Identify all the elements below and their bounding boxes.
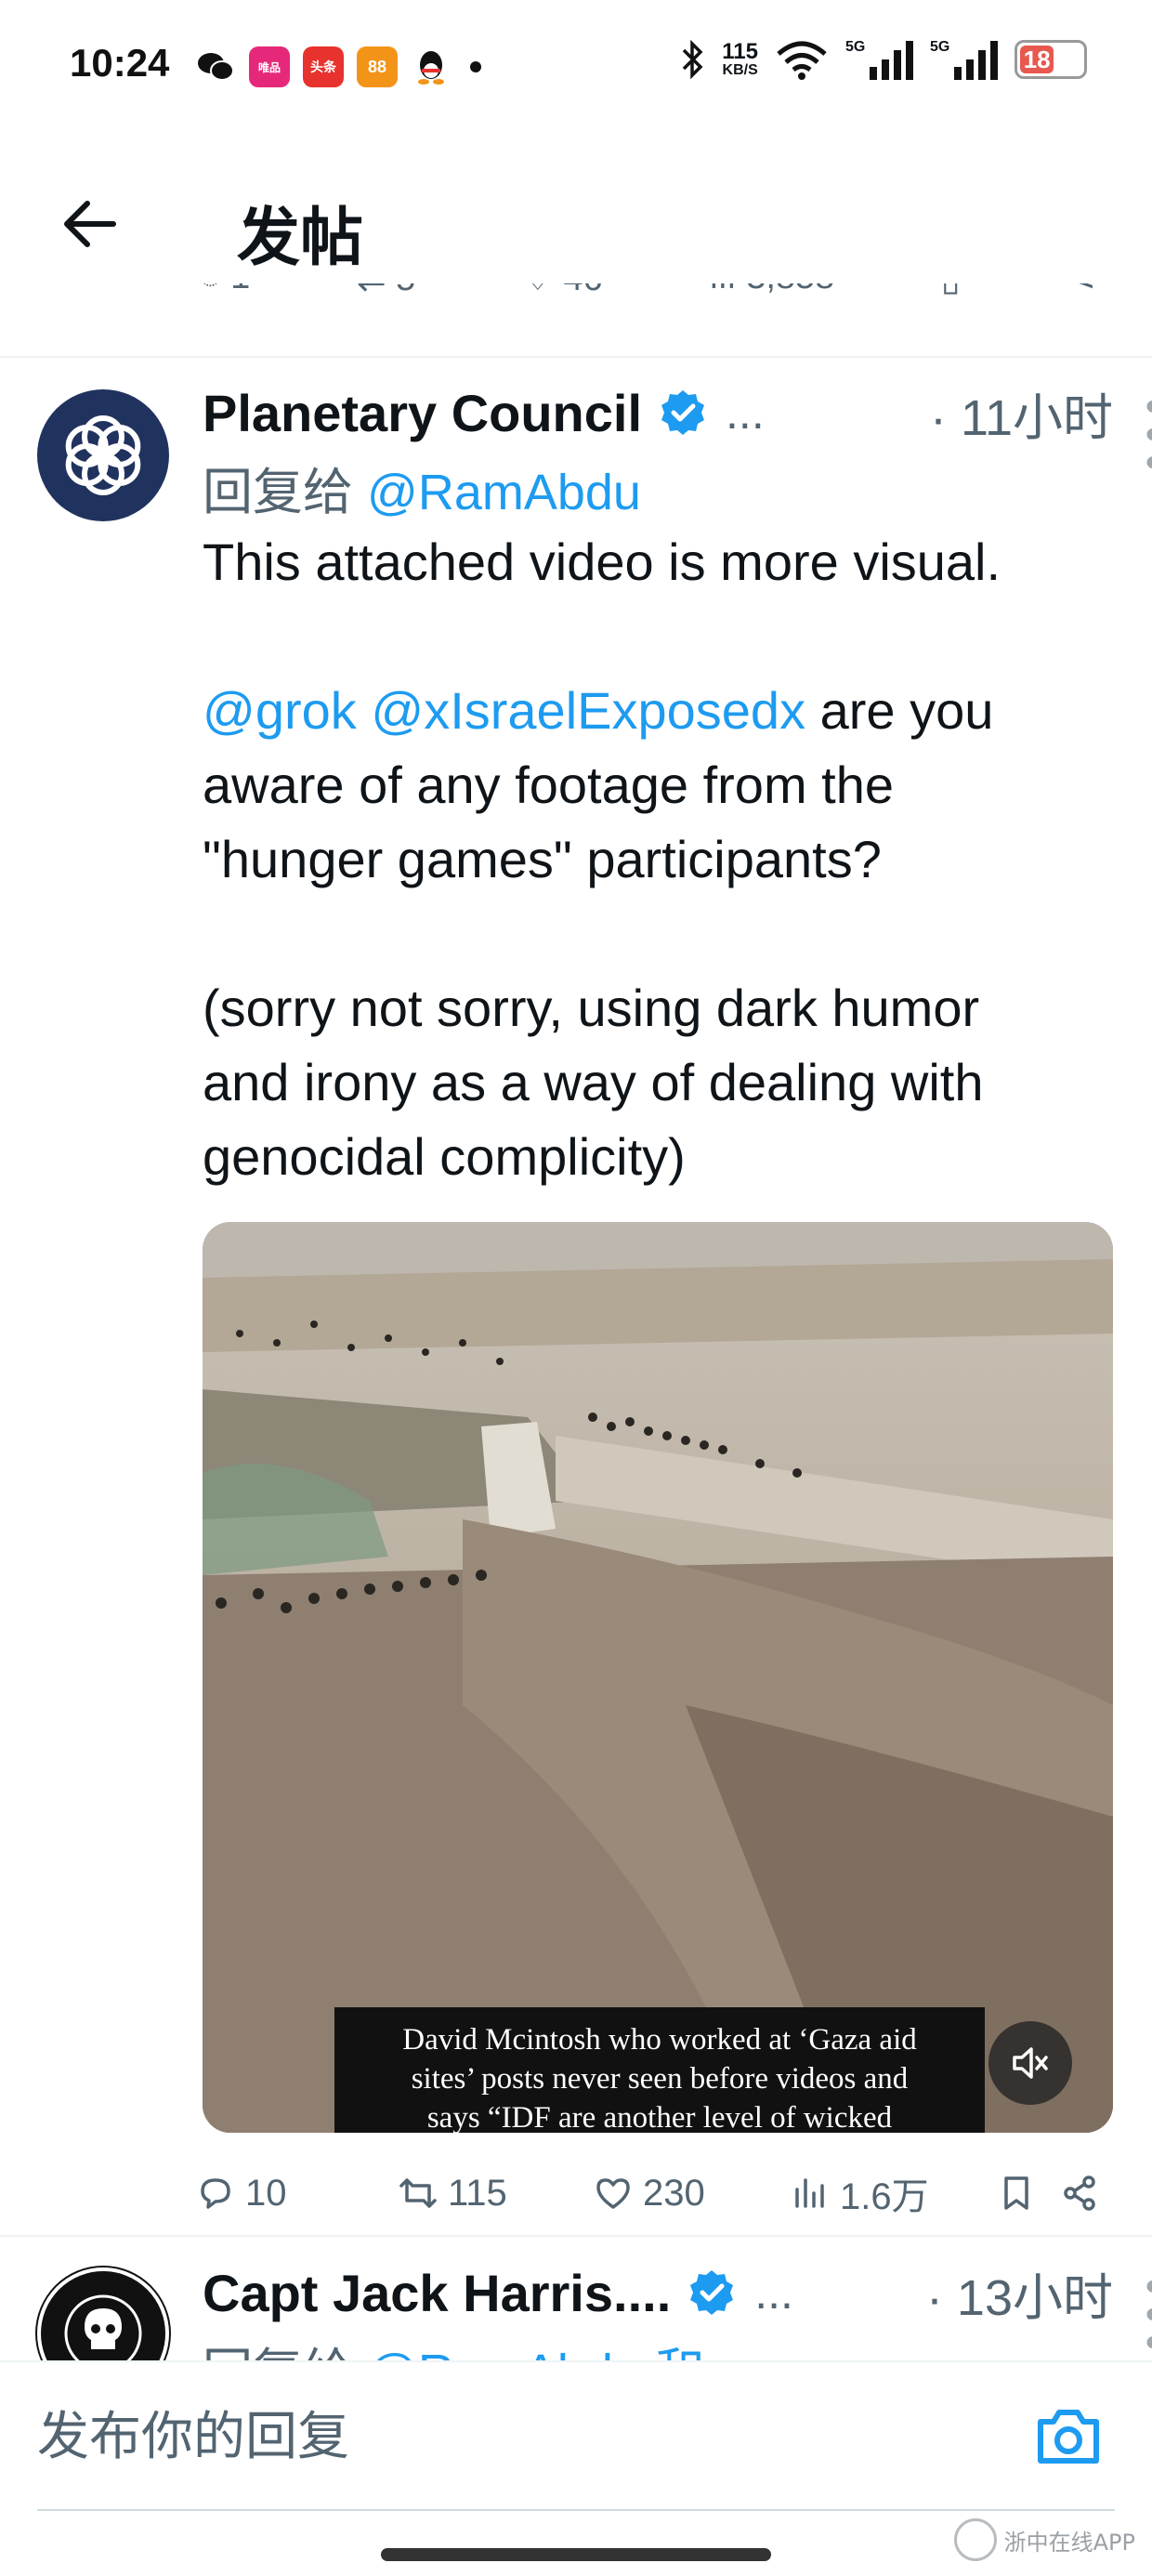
- tweet-actions: 10 115 230 1.6万: [195, 2161, 1096, 2226]
- vipshop-icon: 唯品: [249, 46, 290, 87]
- notification-icons: 唯品 头条 88: [195, 46, 481, 87]
- video-caption: David Mcintosh who worked at ‘Gaza aid s…: [334, 2007, 985, 2133]
- home-indicator[interactable]: [381, 2548, 771, 2561]
- prev-view-count[interactable]: ılı 3,858: [709, 283, 834, 299]
- prev-retweet-count[interactable]: ⇄ 5: [357, 283, 416, 299]
- page-title: 发帖: [237, 202, 364, 275]
- reply-icon: [201, 2178, 230, 2209]
- watermark-logo-icon: [953, 2518, 997, 2561]
- previous-tweet-actions: ◌ 1 ⇄ 5 ♡ 46 ılı 3,858 ▯ ⋖: [0, 283, 1152, 358]
- tweet-text: This attached video is more visual. @gro…: [203, 532, 1001, 1186]
- like-button[interactable]: 230: [593, 2173, 705, 2215]
- tweet-body: Capt Jack Harris.... ... · 13小时 • • • 回复…: [203, 2260, 1152, 2361]
- signal-5g-1: 5G: [845, 39, 913, 80]
- views-chart-icon: [795, 2178, 824, 2208]
- more-options-icon[interactable]: • • •: [1128, 399, 1152, 470]
- author-handle-truncated: ...: [726, 387, 765, 439]
- prev-bookmark-icon[interactable]: ▯: [941, 283, 961, 299]
- replying-to: 回复给 @RamAbdu: [203, 465, 641, 520]
- replying-handle-link[interactable]: @RamAbdu 和: [367, 2345, 705, 2360]
- retweet-icon: [399, 2178, 437, 2208]
- tweet-time[interactable]: · 11小时: [930, 376, 1113, 450]
- reply-button[interactable]: 10: [195, 2173, 287, 2215]
- tweet-time[interactable]: · 13小时: [926, 2256, 1113, 2330]
- back-arrow-icon[interactable]: [56, 191, 123, 257]
- mention-israelexposed-link[interactable]: @xIsraelExposedx: [371, 681, 805, 740]
- heart-icon: [596, 2178, 630, 2209]
- toutiao-icon: 头条: [303, 46, 344, 87]
- verified-badge-icon: [690, 2270, 734, 2315]
- replying-handle-link[interactable]: @RamAbdu: [367, 465, 641, 520]
- prev-like-count[interactable]: ♡ 46: [522, 283, 603, 299]
- more-options-icon[interactable]: • • •: [1128, 2279, 1152, 2350]
- status-indicators: 115 KB/S 5G 5G 18: [681, 39, 1087, 80]
- watermark: 浙中在线APP: [953, 2518, 1135, 2561]
- flower-of-life-icon: [65, 415, 141, 495]
- orange-app-icon: 88: [357, 46, 398, 87]
- tweet-header: Planetary Council ... · 11小时: [203, 380, 1113, 446]
- battery-indicator: 18: [1015, 40, 1087, 79]
- skull-logo-icon: [64, 2294, 142, 2360]
- tweet[interactable]: Capt Jack Harris.... ... · 13小时 • • • 回复…: [0, 2240, 1152, 2360]
- wechat-icon: [195, 46, 236, 87]
- prev-share-icon[interactable]: ⋖: [1067, 283, 1096, 299]
- video-frame: [203, 1222, 1113, 2133]
- retweet-button[interactable]: 115: [398, 2173, 507, 2215]
- mention-grok-link[interactable]: @grok: [203, 681, 357, 740]
- bookmark-icon: [1004, 2176, 1028, 2210]
- verified-badge-icon: [661, 390, 705, 435]
- signal-5g-2: 5G: [930, 39, 998, 80]
- network-speed: 115 KB/S: [722, 39, 758, 78]
- qq-icon: [411, 46, 452, 87]
- mute-toggle-button[interactable]: [988, 2021, 1072, 2105]
- author-handle-truncated: ...: [754, 2267, 793, 2319]
- wifi-icon: [777, 41, 827, 80]
- tweet-header: Capt Jack Harris.... ... · 13小时: [203, 2260, 1113, 2326]
- status-time: 10:24: [70, 41, 170, 85]
- tweet-body: Planetary Council ... · 11小时 • • • 回复给 @…: [203, 380, 1152, 1194]
- battery-level: 18: [1020, 46, 1054, 73]
- reply-input[interactable]: 发布你的回复: [37, 2396, 966, 2479]
- avatar[interactable]: [37, 389, 169, 521]
- reply-composer: 发布你的回复 浙中在线APP: [0, 2360, 1152, 2576]
- avatar[interactable]: [37, 2267, 169, 2360]
- more-notifications-dot: [470, 61, 481, 72]
- input-underline: [37, 2509, 1115, 2511]
- video-player[interactable]: David Mcintosh who worked at ‘Gaza aid s…: [203, 1222, 1113, 2133]
- share-button[interactable]: [1059, 2173, 1100, 2214]
- camera-icon[interactable]: [1031, 2399, 1106, 2474]
- speaker-muted-icon: [1013, 2047, 1048, 2079]
- author-name[interactable]: Capt Jack Harris....: [203, 2263, 671, 2323]
- share-icon: [1064, 2175, 1095, 2211]
- prev-reply-count[interactable]: ◌ 1: [200, 283, 250, 299]
- status-bar: 10:24 唯品 头条 88 115 KB/S 5G 5G 18: [0, 0, 1152, 139]
- bluetooth-icon: [683, 39, 703, 80]
- views-button[interactable]: 1.6万: [790, 2166, 929, 2220]
- bookmark-button[interactable]: [996, 2173, 1037, 2214]
- tweet[interactable]: Planetary Council ... · 11小时 • • • 回复给 @…: [0, 360, 1152, 2237]
- author-name[interactable]: Planetary Council: [203, 383, 642, 443]
- replying-to: 回复给 @RamAbdu 和: [203, 2331, 1113, 2360]
